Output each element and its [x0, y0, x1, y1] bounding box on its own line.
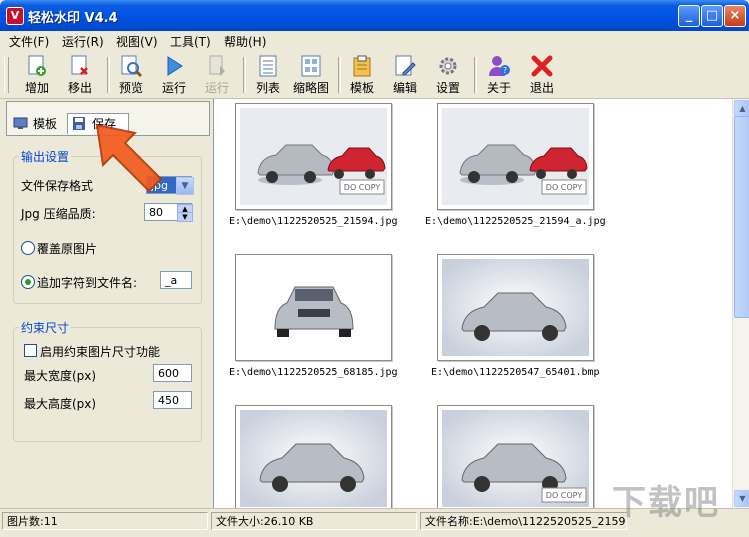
edit-icon	[395, 55, 416, 76]
list-icon	[259, 55, 277, 77]
overwrite-label: 覆盖原图片	[37, 242, 98, 256]
thumbnail-icon	[301, 55, 321, 77]
thumbnail-item[interactable]: DO COPY	[235, 103, 392, 210]
svg-text:DO COPY: DO COPY	[546, 491, 583, 500]
exit-button[interactable]: 退出	[521, 54, 563, 96]
preview-button[interactable]: 预览	[110, 54, 152, 96]
about-button[interactable]: ? 关于	[478, 54, 520, 96]
menu-tools[interactable]: 工具(T)	[170, 33, 211, 50]
remove-button[interactable]: 移出	[59, 54, 101, 96]
template-icon	[353, 55, 371, 77]
thumbnail-grid: DO COPY E:\demo\1122520525_21594.jpg DO …	[213, 99, 749, 512]
play-icon	[167, 56, 183, 76]
thumbnail-caption: E:\demo\1122520525_21594.jpg	[229, 216, 398, 227]
max-height-input[interactable]: 450	[153, 391, 192, 409]
app-icon[interactable]: V	[6, 7, 24, 25]
thumbnail-item[interactable]	[437, 254, 594, 361]
menu-bar: 文件(F) 运行(R) 视图(V) 工具(T) 帮助(H)	[0, 31, 749, 51]
toolbar-separator	[474, 57, 477, 93]
car-image: DO COPY	[442, 108, 589, 205]
thumbnail-view-button[interactable]: 缩略图	[290, 54, 332, 96]
thumbnail-item[interactable]	[235, 405, 392, 512]
site-watermark: 下载吧	[612, 483, 720, 523]
car-image	[240, 259, 387, 356]
remove-icon	[71, 55, 88, 75]
run-button[interactable]: 运行	[153, 54, 195, 96]
svg-text:DO COPY: DO COPY	[546, 183, 583, 192]
list-view-button[interactable]: 列表	[247, 54, 289, 96]
chevron-down-icon[interactable]: ▼	[176, 177, 194, 195]
vertical-scrollbar[interactable]: ▲ ▼	[732, 99, 749, 508]
menu-run[interactable]: 运行(R)	[62, 33, 104, 50]
scroll-up-icon[interactable]: ▲	[734, 100, 749, 117]
append-suffix-input[interactable]: _a	[160, 271, 192, 289]
thumbnail-caption: E:\demo\1122520525_21594_a.jpg	[425, 216, 606, 227]
monitor-icon	[13, 117, 28, 129]
add-button[interactable]: 增加	[16, 54, 58, 96]
floppy-icon	[73, 117, 85, 130]
enable-constraint-label: 启用约束图片尺寸功能	[40, 345, 161, 359]
max-height-label: 最大高度(px)	[24, 397, 97, 411]
title-bar: V 轻松水印 V4.4 _ □ ×	[0, 0, 749, 31]
menu-view[interactable]: 视图(V)	[116, 33, 158, 50]
enable-constraint-checkbox[interactable]	[24, 344, 37, 357]
scroll-down-icon[interactable]: ▼	[734, 490, 749, 507]
thumbnail-caption: E:\demo\1122520547_65401.bmp	[431, 367, 600, 378]
output-settings-title: 输出设置	[19, 148, 72, 165]
minimize-button[interactable]: _	[678, 5, 700, 27]
max-width-input[interactable]: 600	[153, 364, 192, 382]
quality-label: Jpg 压缩品质:	[21, 207, 96, 221]
run-disabled-button[interactable]: 运行	[196, 54, 238, 96]
thumbnail-item[interactable]	[235, 254, 392, 361]
edit-button[interactable]: 编辑	[384, 54, 426, 96]
pointer-arrow-icon	[95, 123, 163, 193]
append-label: 追加字符到文件名:	[37, 276, 138, 290]
status-file-name: 文件名称:E:\demo\1122520525_21594.	[420, 512, 627, 530]
svg-text:DO COPY: DO COPY	[344, 183, 381, 192]
svg-text:?: ?	[503, 66, 507, 75]
template-button[interactable]: 模板	[341, 54, 383, 96]
menu-help[interactable]: 帮助(H)	[224, 33, 266, 50]
window-title: 轻松水印 V4.4	[28, 11, 118, 26]
add-icon	[28, 55, 46, 76]
maximize-button[interactable]: □	[701, 5, 723, 27]
exit-x-icon	[531, 55, 553, 77]
spin-down-icon[interactable]: ▼	[177, 212, 193, 222]
toolbar: 增加 移出 预览 运行 运行 列表 缩略图 模板 编辑 设置 ? 关于 退出	[0, 51, 749, 99]
thumbnail-item[interactable]: DO COPY	[437, 103, 594, 210]
about-user-icon: ?	[489, 56, 510, 76]
menu-file[interactable]: 文件(F)	[9, 33, 49, 50]
tab-template[interactable]: 模板	[9, 114, 69, 134]
scroll-thumb[interactable]	[734, 116, 749, 318]
max-width-label: 最大宽度(px)	[24, 369, 97, 383]
car-image: DO COPY	[442, 410, 589, 507]
car-image: DO COPY	[240, 108, 387, 205]
append-radio[interactable]	[21, 275, 35, 289]
toolbar-grip[interactable]	[4, 57, 9, 93]
status-file-size: 文件大小:26.10 KB	[211, 512, 417, 530]
format-label: 文件保存格式	[21, 179, 94, 193]
gear-icon	[439, 57, 457, 75]
overwrite-radio[interactable]	[21, 241, 35, 255]
status-image-count: 图片数:11	[2, 512, 208, 530]
car-image	[240, 410, 387, 507]
close-button[interactable]: ×	[724, 5, 746, 27]
settings-button[interactable]: 设置	[427, 54, 469, 96]
constraint-title: 约束尺寸	[19, 319, 72, 336]
preview-icon	[121, 55, 143, 78]
toolbar-separator	[243, 57, 246, 93]
thumbnail-caption: E:\demo\1122520525_68185.jpg	[229, 367, 398, 378]
run-disabled-icon	[209, 55, 225, 76]
car-image	[442, 259, 589, 356]
thumbnail-item[interactable]: DO COPY	[437, 405, 594, 512]
